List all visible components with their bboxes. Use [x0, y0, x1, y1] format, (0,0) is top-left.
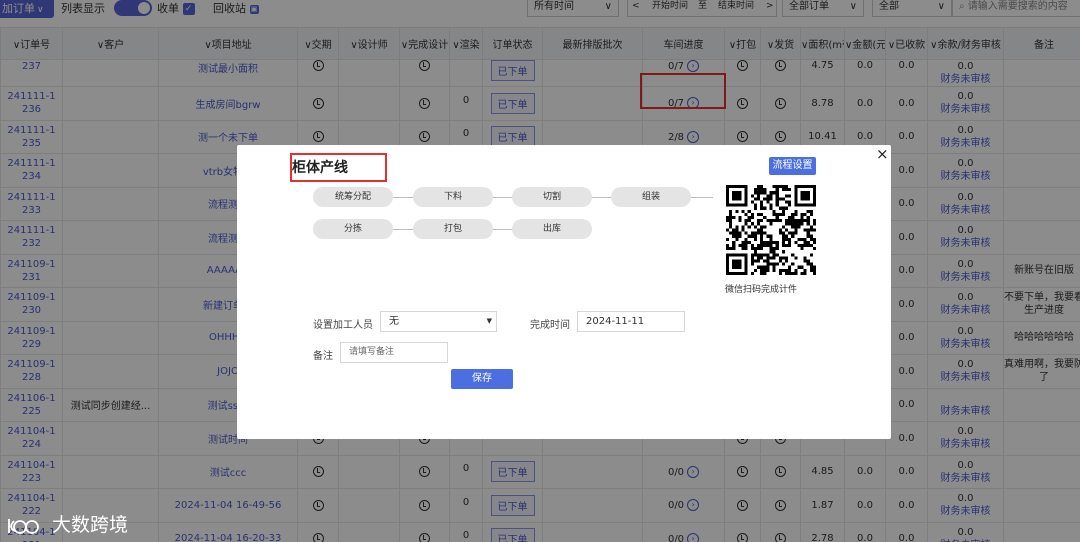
step-cutting-material[interactable]: 下料 — [413, 187, 493, 207]
dropdown-arrow-icon: ▼ — [486, 317, 492, 325]
finish-time-label: 完成时间 — [530, 320, 570, 331]
qr-caption: 微信扫码完成计件 — [725, 285, 798, 295]
step-sort[interactable]: 分拣 — [313, 219, 393, 239]
remark-label: 备注 — [313, 351, 333, 362]
highlight-title — [290, 153, 387, 182]
worker-select[interactable]: 无 ▼ — [380, 311, 497, 332]
step-pack[interactable]: 打包 — [413, 219, 493, 239]
watermark-logo-icon — [8, 518, 39, 534]
save-button[interactable]: 保存 — [451, 369, 513, 389]
remark-input[interactable]: 请填写备注 — [340, 342, 448, 363]
watermark: 大数跨境 — [6, 510, 128, 537]
production-line-dialog: 柜体产线 × 流程设置 统筹分配 下料 切割 组装 分拣 打包 出库 微信扫码完… — [237, 145, 891, 439]
flow-settings-button[interactable]: 流程设置 — [769, 157, 816, 175]
step-outbound[interactable]: 出库 — [512, 219, 592, 239]
step-cut[interactable]: 切割 — [512, 187, 592, 207]
worker-label: 设置加工人员 — [313, 320, 373, 331]
qr-code — [726, 185, 816, 275]
step-assemble[interactable]: 组装 — [611, 187, 691, 207]
close-icon[interactable]: × — [876, 145, 889, 163]
step-allocate[interactable]: 统筹分配 — [313, 187, 393, 207]
finish-time-input[interactable]: 2024-11-11 — [577, 311, 685, 332]
